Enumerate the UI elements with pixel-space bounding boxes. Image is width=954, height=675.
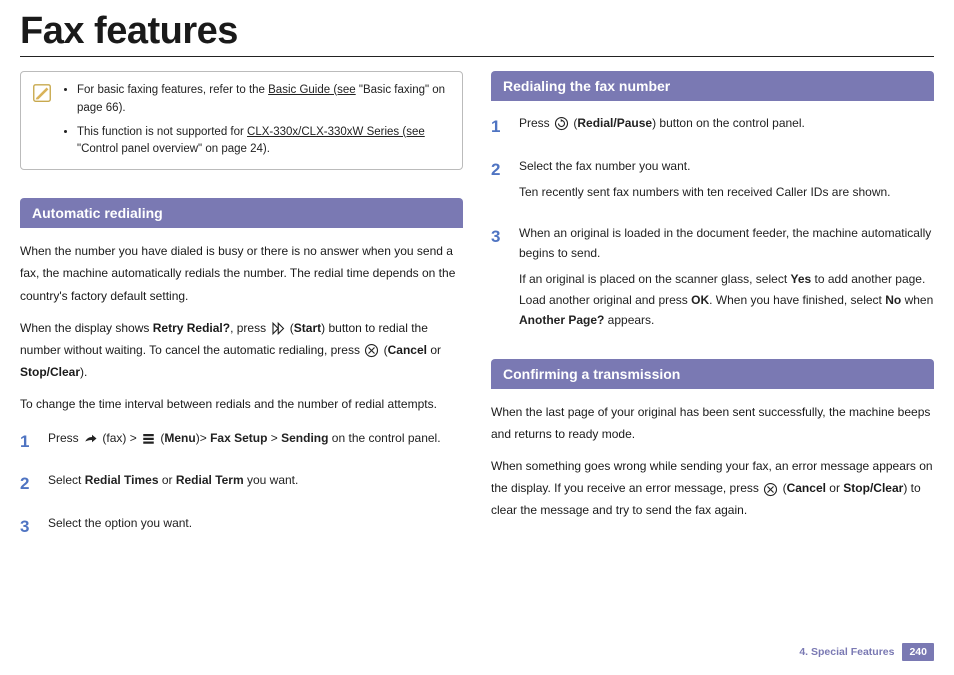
text: or (427, 343, 441, 357)
bold-text: Redial Term (176, 473, 244, 487)
step-number: 1 (20, 428, 48, 457)
step-body: Select the option you want. (48, 513, 463, 542)
bold-text: Retry Redial? (153, 321, 230, 335)
step-item: 2 Select Redial Times or Redial Term you… (20, 470, 463, 499)
bold-text: Cancel (388, 343, 427, 357)
text: Select the option you want. (48, 513, 463, 533)
start-icon (270, 321, 285, 336)
text: when (901, 293, 933, 307)
text: ) button on the control panel. (652, 116, 805, 130)
bold-text: Another Page? (519, 313, 604, 327)
note-link[interactable]: CLX-330x/CLX-330xW Series (see (247, 126, 425, 138)
step-number: 3 (491, 223, 519, 337)
text: When an original is loaded in the docume… (519, 223, 934, 264)
bold-text: Redial Times (85, 473, 159, 487)
step-body: Select Redial Times or Redial Term you w… (48, 470, 463, 499)
text: you want. (244, 473, 299, 487)
paragraph: When the last page of your original has … (491, 401, 934, 445)
bold-text: Cancel (787, 481, 826, 495)
bold-text: No (885, 293, 901, 307)
text: or (826, 481, 843, 495)
content-columns: For basic faxing features, refer to the … (20, 71, 934, 556)
paragraph: To change the time interval between redi… (20, 393, 463, 415)
text: . When you have finished, select (709, 293, 885, 307)
text: If an original is placed on the scanner … (519, 272, 791, 286)
text: > (267, 431, 281, 445)
redial-icon (554, 116, 569, 131)
bold-text: Start (294, 321, 321, 335)
text: Select the fax number you want. (519, 156, 934, 176)
section-heading-confirming: Confirming a transmission (491, 359, 934, 389)
step-body: When an original is loaded in the docume… (519, 223, 934, 337)
page-title: Fax features (20, 10, 934, 53)
text: When the display shows (20, 321, 153, 335)
text: Select (48, 473, 85, 487)
text: Ten recently sent fax numbers with ten r… (519, 182, 934, 202)
note-icon (31, 82, 53, 104)
note-text: For basic faxing features, refer to the (77, 84, 268, 96)
bold-text: Yes (791, 272, 812, 286)
text: Press (48, 431, 82, 445)
bold-text: Fax Setup (210, 431, 267, 445)
page-footer: 4. Special Features 240 (799, 643, 934, 661)
bold-text: Stop/Clear (20, 365, 80, 379)
note-item: This function is not supported for CLX-3… (77, 124, 450, 160)
note-text: This function is not supported for (77, 126, 247, 138)
text: , press (230, 321, 269, 335)
note-box: For basic faxing features, refer to the … (20, 71, 463, 170)
fax-icon (83, 431, 98, 446)
text: on the control panel. (328, 431, 440, 445)
step-item: 1 Press (fax) > (Menu)> Fax Setup > Send… (20, 428, 463, 457)
text: )> (196, 431, 210, 445)
text: Press (519, 116, 553, 130)
step-item: 3 Select the option you want. (20, 513, 463, 542)
bold-text: Stop/Clear (843, 481, 903, 495)
text: appears. (604, 313, 654, 327)
footer-section-label: 4. Special Features (799, 646, 894, 658)
right-column: Redialing the fax number 1 Press (Redial… (491, 71, 934, 556)
step-item: 3 When an original is loaded in the docu… (491, 223, 934, 337)
cancel-icon (763, 482, 778, 497)
section-heading-automatic-redialing: Automatic redialing (20, 198, 463, 228)
step-number: 3 (20, 513, 48, 542)
cancel-icon (364, 343, 379, 358)
bold-text: Menu (164, 431, 195, 445)
bold-text: OK (691, 293, 709, 307)
step-body: Press (Redial/Pause) button on the contr… (519, 113, 934, 142)
bold-text: Sending (281, 431, 328, 445)
text: ). (80, 365, 87, 379)
note-link[interactable]: Basic Guide (see (268, 84, 356, 96)
step-item: 2 Select the fax number you want. Ten re… (491, 156, 934, 209)
step-body: Press (fax) > (Menu)> Fax Setup > Sendin… (48, 428, 463, 457)
footer-page-number: 240 (902, 643, 934, 661)
paragraph: When the display shows Retry Redial?, pr… (20, 317, 463, 384)
text: (fax) > (102, 431, 140, 445)
step-number: 2 (491, 156, 519, 209)
section-heading-redialing: Redialing the fax number (491, 71, 934, 101)
title-rule (20, 56, 934, 57)
step-body: Select the fax number you want. Ten rece… (519, 156, 934, 209)
step-number: 1 (491, 113, 519, 142)
bold-text: Redial/Pause (577, 116, 652, 130)
step-number: 2 (20, 470, 48, 499)
paragraph: When the number you have dialed is busy … (20, 240, 463, 307)
left-column: For basic faxing features, refer to the … (20, 71, 463, 556)
note-text: "Control panel overview" on page 24). (77, 143, 270, 155)
step-item: 1 Press (Redial/Pause) button on the con… (491, 113, 934, 142)
paragraph: When something goes wrong while sending … (491, 455, 934, 522)
note-item: For basic faxing features, refer to the … (77, 82, 450, 118)
steps-list: 1 Press (fax) > (Menu)> Fax Setup > Send… (20, 428, 463, 543)
text: or (159, 473, 176, 487)
menu-icon (141, 431, 156, 446)
steps-list: 1 Press (Redial/Pause) button on the con… (491, 113, 934, 337)
